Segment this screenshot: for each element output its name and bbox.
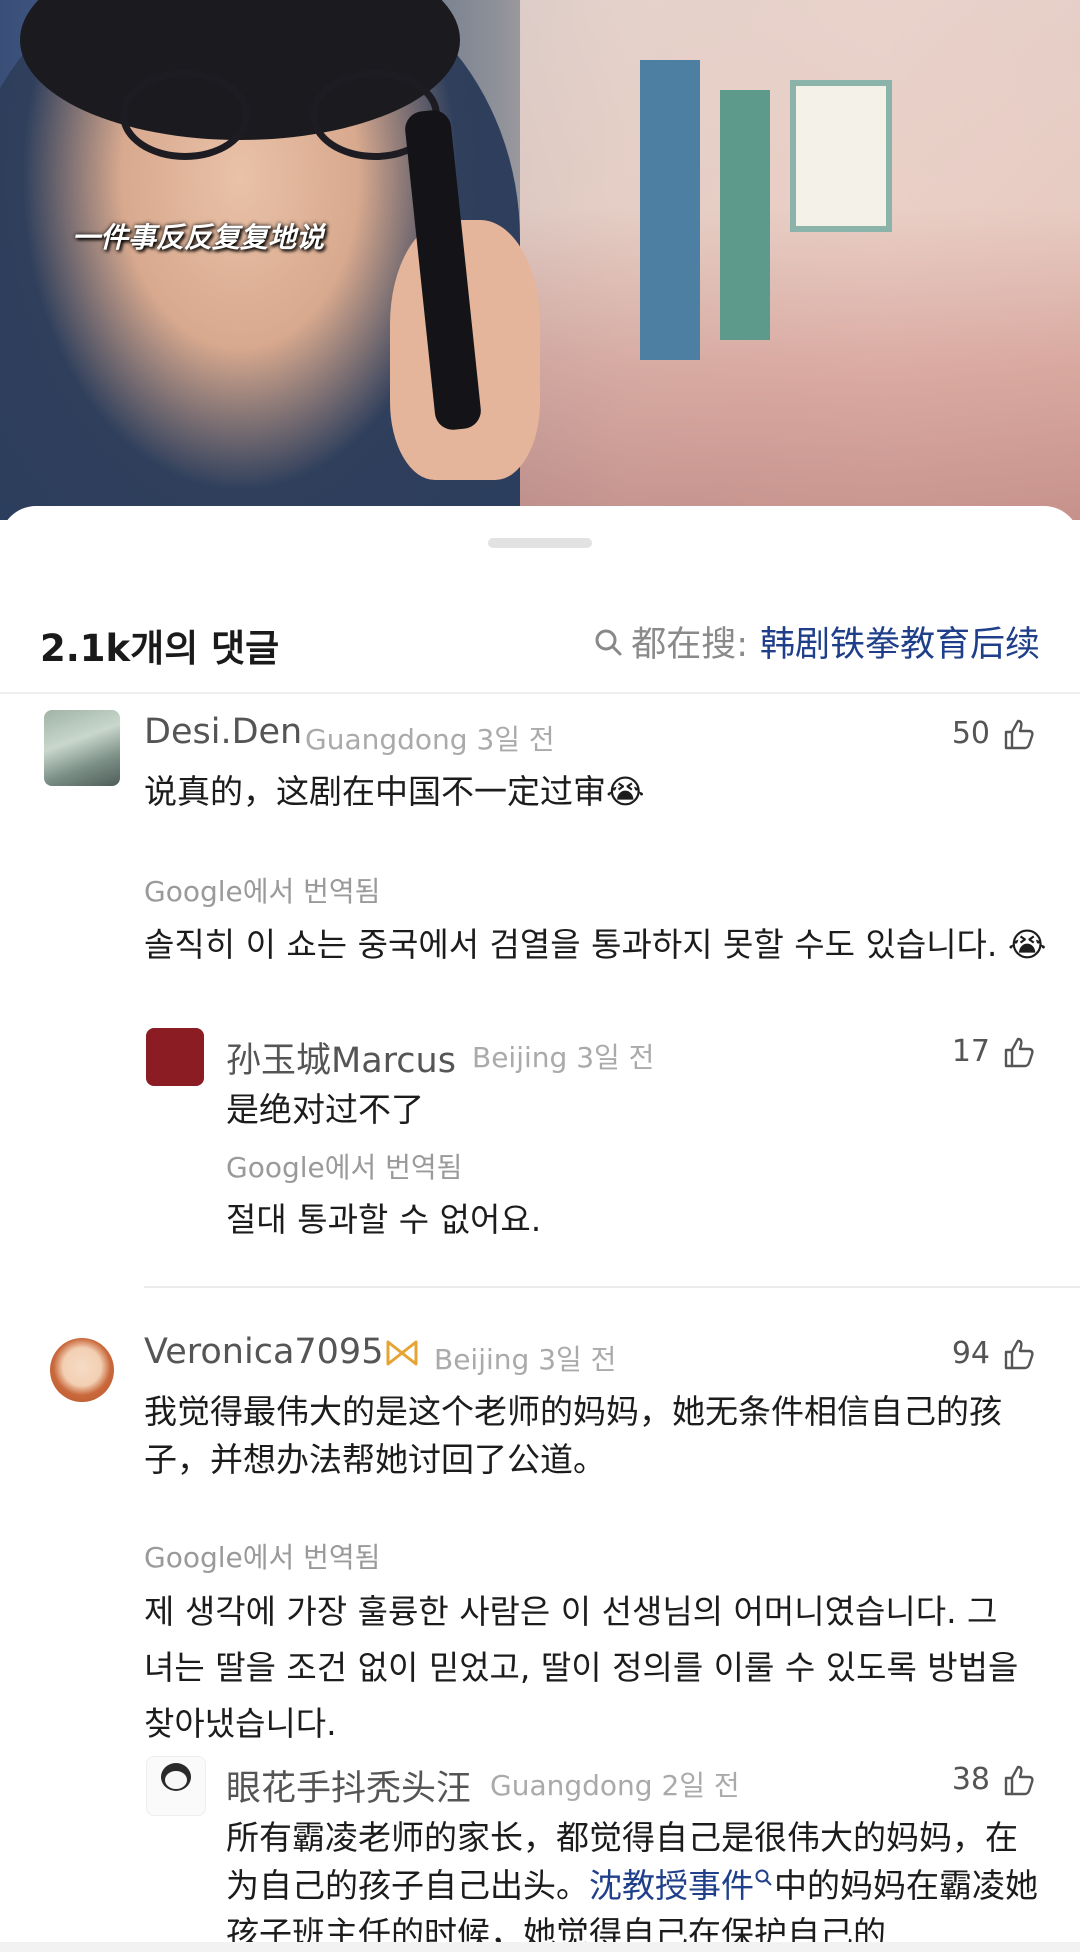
like-button[interactable]: 17 <box>952 1034 1036 1069</box>
reply-location: Beijing <box>472 1041 568 1074</box>
comment-text: 我觉得最伟大的是这个老师的妈妈，她无条件相信自己的孩子，并想办法帮她讨回了公道。 <box>144 1392 1002 1479</box>
video-background <box>520 0 1080 520</box>
translated-label: Google에서 번역됨 <box>144 1541 381 1574</box>
like-button[interactable]: 50 <box>952 716 1036 751</box>
reply-time: 2일 전 <box>661 1769 740 1802</box>
translated-label: Google에서 번역됨 <box>144 875 381 908</box>
video-door <box>640 60 700 360</box>
comment-translation: 제 생각에 가장 훌륭한 사람은 이 선생님의 어머니였습니다. 그녀는 딸을 … <box>144 1592 1019 1743</box>
drag-handle[interactable] <box>488 538 592 548</box>
comment-location: Guangdong <box>305 723 468 756</box>
comment-text: 说真的，这剧在中国不一定过审😭 <box>144 772 645 811</box>
comment-count: 2.1k개의 댓글 <box>40 627 280 670</box>
reply-meta: Guangdong 2일 전 <box>490 1764 740 1804</box>
search-icon <box>595 629 622 655</box>
avatar[interactable] <box>146 1028 204 1086</box>
like-button[interactable]: 94 <box>952 1336 1036 1371</box>
reply-translation: 절대 통과할 수 없어요. <box>226 1200 542 1239</box>
comments-header: 2.1k개의 댓글 都在搜: 韩剧铁拳教育后续 <box>0 602 1080 686</box>
comment-author[interactable]: Veronica7095 <box>144 1332 383 1372</box>
trending-search[interactable]: 都在搜: 韩剧铁拳教育后续 <box>593 616 1040 667</box>
reply-text: 是绝对过不了 <box>226 1090 424 1129</box>
reply-author[interactable]: 孙玉城Marcus <box>226 1032 456 1083</box>
search-prefix: 都在搜: <box>631 625 748 665</box>
video-window <box>790 80 892 232</box>
reply-time: 3일 전 <box>576 1041 655 1074</box>
comments-sheet: 2.1k개의 댓글 都在搜: 韩剧铁拳教育后续 Desi.Den Guangdo… <box>0 506 1080 1953</box>
like-count: 38 <box>951 1762 990 1797</box>
video-subtitle: 一件事反反复复地说 <box>72 221 325 254</box>
thumbs-up-icon <box>1004 1339 1034 1369</box>
thumbs-up-icon <box>1004 719 1034 749</box>
bottom-edge <box>0 1942 1080 1952</box>
comment-time: 3일 전 <box>538 1343 617 1376</box>
video-door <box>720 90 770 340</box>
thumbs-up-icon <box>1004 1765 1034 1795</box>
avatar[interactable] <box>146 1756 206 1816</box>
divider <box>0 692 1080 694</box>
comment-author[interactable]: Desi.Den <box>144 712 302 752</box>
like-button[interactable]: 38 <box>952 1762 1036 1797</box>
search-link[interactable]: 沈教授事件 <box>589 1866 754 1905</box>
avatar[interactable] <box>50 1338 114 1402</box>
translated-label: Google에서 번역됨 <box>226 1151 463 1184</box>
video-glasses <box>120 70 450 160</box>
comment-translation: 솔직히 이 쇼는 중국에서 검열을 통과하지 못할 수도 있습니다. 😭 <box>144 925 1047 964</box>
search-term-link[interactable]: 韩剧铁拳教育后续 <box>760 616 1040 667</box>
video-player[interactable]: 一件事反反复复地说 <box>0 0 1080 520</box>
comment-divider <box>144 1286 1080 1288</box>
comment-time: 3일 전 <box>476 723 555 756</box>
badge-icon <box>384 1338 420 1368</box>
reply-meta: Beijing 3일 전 <box>472 1036 654 1076</box>
reply-text: 所有霸凌老师的家长，都觉得自己是很伟大的妈妈，在为自己的孩子自己出头。沈教授事件… <box>226 1814 1046 1958</box>
like-count: 17 <box>951 1034 990 1069</box>
comment-meta: Guangdong 3일 전 <box>305 718 555 758</box>
reply-location: Guangdong <box>490 1769 653 1802</box>
reply-author[interactable]: 眼花手抖秃头汪 <box>226 1760 471 1811</box>
avatar[interactable] <box>44 710 120 786</box>
like-count: 94 <box>951 1336 990 1371</box>
search-icon <box>755 1869 772 1886</box>
comment-location: Beijing <box>434 1343 530 1376</box>
thumbs-up-icon <box>1004 1037 1034 1067</box>
like-count: 50 <box>951 716 990 751</box>
comment-meta: Beijing 3일 전 <box>434 1338 616 1378</box>
